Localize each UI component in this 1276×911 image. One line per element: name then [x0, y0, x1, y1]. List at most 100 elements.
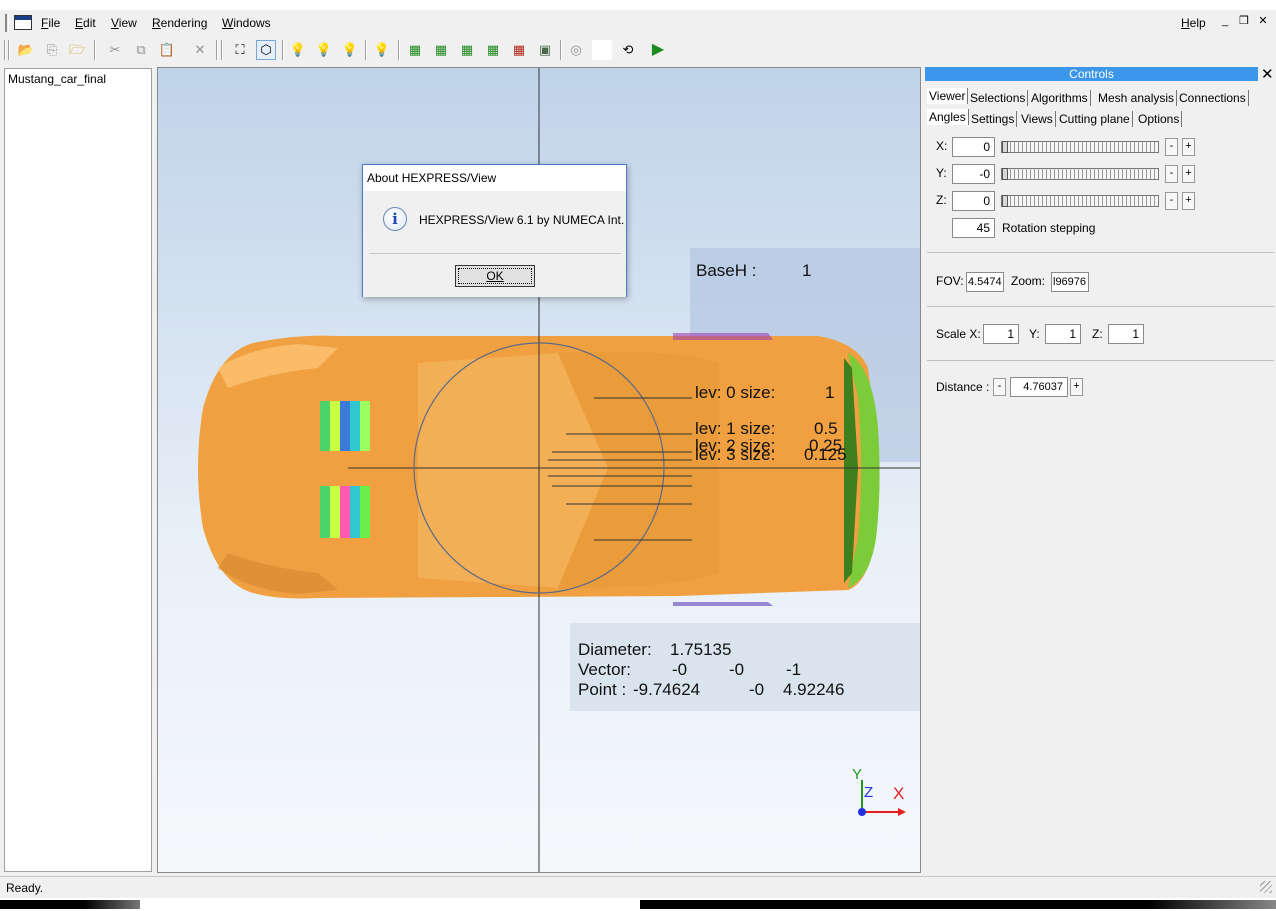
menu-file[interactable]: File [41, 16, 60, 30]
rotate-cube-icon[interactable]: ⟲ [618, 40, 638, 60]
angle-x-slider-thumb[interactable] [1002, 141, 1008, 153]
rotation-stepping-input[interactable]: 45 [952, 218, 995, 238]
zoom-input[interactable]: l96976 [1051, 272, 1089, 292]
angle-z-plus-button[interactable]: + [1182, 192, 1195, 210]
angle-y-slider-thumb[interactable] [1002, 168, 1008, 180]
paste-icon[interactable]: 📋 [157, 40, 177, 60]
tab-selections[interactable]: Selections [968, 90, 1029, 106]
axis-x-label: X [893, 784, 905, 803]
angle-y-slider[interactable] [1001, 168, 1159, 180]
menu-view[interactable]: View [111, 16, 137, 30]
open-folder-icon[interactable]: 📂 [16, 40, 36, 60]
light-3-icon[interactable]: 💡 [340, 40, 360, 60]
section-divider [927, 360, 1274, 361]
light-icon[interactable]: 💡 [288, 40, 308, 60]
rotation-stepping-label: Rotation stepping [1002, 221, 1096, 235]
menu-rendering[interactable]: Rendering [152, 16, 207, 30]
scale-x-input[interactable]: 1 [983, 324, 1019, 344]
light-color-icon[interactable]: 💡 [372, 40, 392, 60]
tab-views[interactable]: Views [1019, 111, 1056, 127]
tab-mesh-analysis[interactable]: Mesh analysis [1096, 90, 1178, 106]
distance-input[interactable]: 4.76037 [1010, 377, 1068, 397]
point-y: -0 [749, 680, 765, 699]
copy-icon[interactable]: ⧉ [131, 40, 151, 60]
angle-x-slider[interactable] [1001, 141, 1159, 153]
taskbar-segment [0, 900, 140, 909]
scale-z-label: Z: [1092, 327, 1103, 341]
vector-z: -1 [786, 660, 802, 679]
angle-z-label: Z: [936, 193, 947, 207]
toolbar-separator [94, 40, 96, 60]
menu-windows[interactable]: Windows [222, 16, 271, 30]
delete-icon[interactable]: ✕ [190, 40, 210, 60]
angle-y-plus-button[interactable]: + [1182, 165, 1195, 183]
target-icon[interactable]: ◎ [566, 40, 586, 60]
level-3-label: lev: 3 size: [695, 445, 776, 464]
ok-button[interactable]: OK [455, 265, 535, 287]
controls-header: Controls [925, 67, 1258, 81]
tab-viewer[interactable]: Viewer [927, 88, 969, 104]
angle-x-label: X: [936, 139, 948, 153]
baseh-label: BaseH : [696, 261, 757, 280]
taskbar-strip [0, 898, 1276, 911]
angle-y-input[interactable]: -0 [952, 164, 995, 184]
angle-z-minus-button[interactable]: - [1165, 192, 1178, 210]
menu-bar: File Edit View Rendering Windows Help _ … [0, 12, 1276, 34]
angle-y-minus-button[interactable]: - [1165, 165, 1178, 183]
grid-view-2-icon[interactable]: ▦ [431, 40, 451, 60]
tab-algorithms[interactable]: Algorithms [1029, 90, 1091, 106]
tab-options[interactable]: Options [1136, 111, 1183, 127]
tree-item-model[interactable]: Mustang_car_final [8, 72, 106, 86]
dialog-title: About HEXPRESS/View [367, 171, 497, 185]
tab-cutting-plane[interactable]: Cutting plane [1057, 111, 1133, 127]
menubar-grip [5, 14, 9, 32]
minimize-icon[interactable]: _ [1218, 16, 1232, 29]
angle-z-slider[interactable] [1001, 195, 1159, 207]
restore-icon[interactable]: ❐ [1237, 16, 1251, 29]
angle-z-slider-thumb[interactable] [1002, 195, 1008, 207]
axis-y-label: Y [852, 766, 863, 783]
angle-x-plus-button[interactable]: + [1182, 138, 1195, 156]
close-icon[interactable]: ✕ [1256, 16, 1270, 29]
scale-y-input[interactable]: 1 [1045, 324, 1081, 344]
menu-edit[interactable]: Edit [75, 16, 96, 30]
angle-x-minus-button[interactable]: - [1165, 138, 1178, 156]
light-2-icon[interactable]: 💡 [314, 40, 334, 60]
axis-z-label: Z [864, 784, 874, 801]
run-icon[interactable]: ▶ [648, 40, 668, 60]
fov-input[interactable]: 4.5474 [966, 272, 1004, 292]
resize-grip-icon[interactable] [1260, 881, 1272, 893]
tab-settings[interactable]: Settings [969, 111, 1018, 127]
save-folder-icon[interactable]: 🗁 [67, 40, 87, 60]
app-window-icon[interactable] [14, 15, 32, 30]
cut-icon[interactable]: ✂ [105, 40, 125, 60]
grid-view-6-icon[interactable]: ▣ [535, 40, 555, 60]
distance-plus-button[interactable]: + [1070, 378, 1083, 396]
dialog-message: HEXPRESS/View 6.1 by NUMECA Int. [419, 213, 625, 227]
grid-view-5-icon[interactable]: ▦ [509, 40, 529, 60]
scale-z-input[interactable]: 1 [1108, 324, 1144, 344]
fov-label: FOV: [936, 274, 964, 288]
controls-close-icon[interactable]: ✕ [1261, 65, 1274, 83]
baseh-value: 1 [802, 261, 812, 280]
tab-angles[interactable]: Angles [927, 109, 969, 125]
about-dialog: About HEXPRESS/View i HEXPRESS/View 6.1 … [362, 164, 627, 297]
grid-view-3-icon[interactable]: ▦ [457, 40, 477, 60]
grid-view-1-icon[interactable]: ▦ [405, 40, 425, 60]
wireframe-icon[interactable]: ⛶ [230, 40, 250, 60]
menu-help[interactable]: Help [1181, 16, 1206, 30]
level-0-label: lev: 0 size: [695, 383, 776, 402]
distance-minus-button[interactable]: - [993, 378, 1006, 396]
tree-panel: Mustang_car_final [4, 68, 152, 872]
cube-view-icon[interactable]: ⬡ [256, 40, 276, 60]
import-icon[interactable]: ⎘ [42, 40, 62, 60]
vector-x: -0 [672, 660, 688, 679]
angle-z-input[interactable]: 0 [952, 191, 995, 211]
angle-y-label: Y: [936, 166, 947, 180]
tab-connections[interactable]: Connections [1177, 90, 1249, 106]
level-3-value: 0.125 [804, 445, 847, 464]
grid-view-4-icon[interactable]: ▦ [483, 40, 503, 60]
angle-x-input[interactable]: 0 [952, 137, 995, 157]
dialog-body: i HEXPRESS/View 6.1 by NUMECA Int. OK [363, 191, 626, 297]
blank-icon[interactable] [592, 40, 612, 60]
